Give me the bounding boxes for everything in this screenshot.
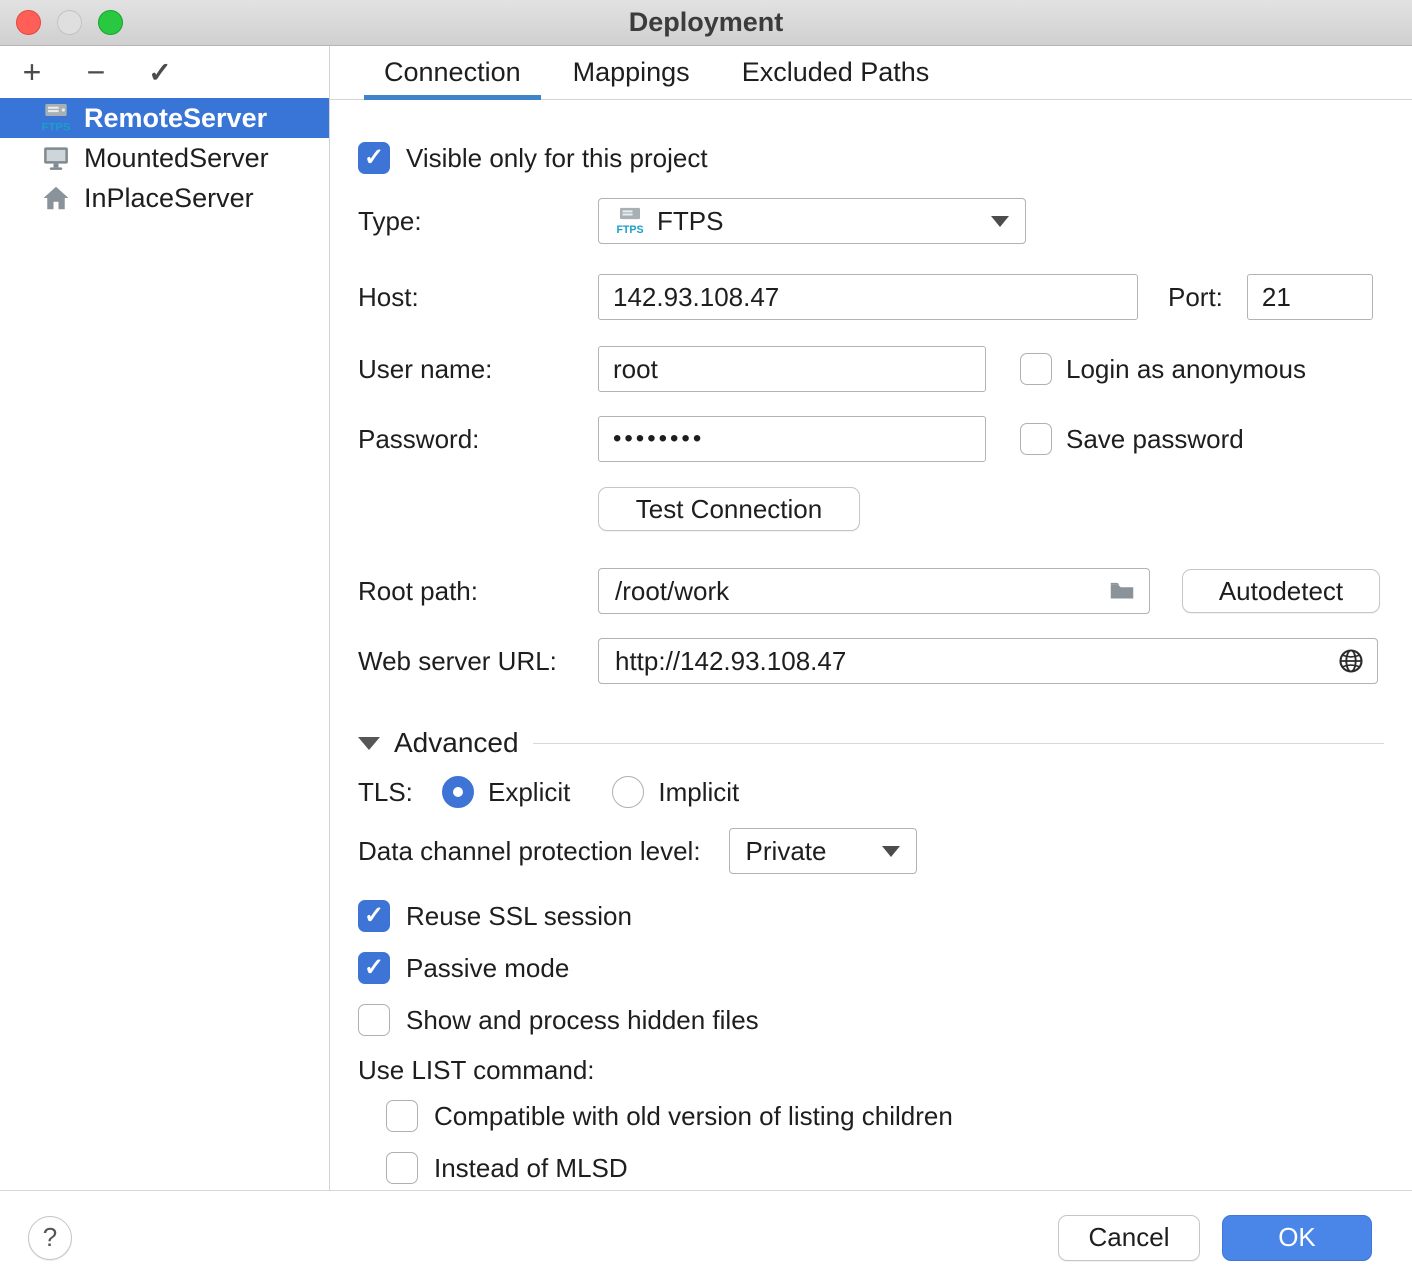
root-path-value: /root/work (615, 576, 729, 607)
reuse-ssl-checkbox[interactable] (358, 900, 390, 932)
web-server-url-input[interactable]: http://142.93.108.47 (598, 638, 1378, 684)
hidden-files-checkbox[interactable] (358, 1004, 390, 1036)
instead-of-mlsd-label: Instead of MLSD (434, 1153, 628, 1184)
autodetect-button[interactable]: Autodetect (1182, 569, 1380, 613)
host-input[interactable] (598, 274, 1138, 320)
server-item-inplaceserver[interactable]: InPlaceServer (0, 178, 329, 218)
web-server-url-value: http://142.93.108.47 (615, 646, 846, 677)
protection-level-value: Private (746, 836, 827, 867)
visible-only-label: Visible only for this project (406, 143, 708, 174)
help-button[interactable]: ? (28, 1216, 72, 1260)
hidden-files-label: Show and process hidden files (406, 1005, 759, 1036)
title-bar: Deployment (0, 0, 1412, 46)
password-label: Password: (358, 424, 598, 455)
save-password-label: Save password (1066, 424, 1244, 455)
window-controls (16, 0, 123, 45)
svg-text:FTPS: FTPS (42, 122, 71, 134)
advanced-label: Advanced (394, 727, 519, 759)
password-input[interactable] (598, 416, 986, 462)
passive-mode-label: Passive mode (406, 953, 569, 984)
server-item-label: InPlaceServer (84, 183, 254, 214)
tab-mappings[interactable]: Mappings (547, 46, 716, 99)
web-server-url-label: Web server URL: (358, 646, 598, 677)
chevron-down-icon (991, 216, 1009, 227)
ok-button[interactable]: OK (1222, 1215, 1372, 1261)
type-dropdown[interactable]: FTPS FTPS (598, 198, 1026, 244)
protection-level-dropdown[interactable]: Private (729, 828, 917, 874)
sidebar-toolbar: + − ✓ (0, 46, 329, 98)
host-label: Host: (358, 282, 598, 313)
server-item-remoteserver[interactable]: FTPS RemoteServer (0, 98, 329, 138)
server-item-label: MountedServer (84, 143, 269, 174)
use-list-command-label: Use LIST command: (358, 1055, 595, 1086)
settings-tabs: Connection Mappings Excluded Paths (330, 46, 1412, 100)
globe-icon[interactable] (1337, 647, 1365, 675)
username-label: User name: (358, 354, 598, 385)
login-anonymous-checkbox[interactable] (1020, 353, 1052, 385)
instead-of-mlsd-checkbox[interactable] (386, 1152, 418, 1184)
inplace-server-icon (40, 182, 72, 214)
add-server-icon[interactable]: + (14, 54, 50, 90)
chevron-down-icon (882, 846, 900, 857)
tls-explicit-label: Explicit (488, 777, 570, 808)
close-button[interactable] (16, 10, 41, 35)
protection-level-label: Data channel protection level: (358, 836, 701, 867)
remove-server-icon[interactable]: − (78, 54, 114, 90)
port-label: Port: (1168, 282, 1223, 313)
port-input[interactable] (1247, 274, 1373, 320)
tls-explicit-radio[interactable] (442, 776, 474, 808)
login-anonymous-label: Login as anonymous (1066, 354, 1306, 385)
folder-icon[interactable] (1107, 576, 1137, 606)
tab-connection[interactable]: Connection (358, 46, 547, 99)
window-title: Deployment (629, 7, 784, 38)
passive-mode-checkbox[interactable] (358, 952, 390, 984)
compatible-old-listing-label: Compatible with old version of listing c… (434, 1101, 953, 1132)
dialog-footer: ? Cancel OK (0, 1190, 1412, 1284)
advanced-section-toggle[interactable]: Advanced (358, 728, 1412, 758)
type-value: FTPS (657, 206, 723, 237)
server-item-mountedserver[interactable]: MountedServer (0, 138, 329, 178)
server-sidebar: + − ✓ FTPS RemoteServer (0, 46, 330, 1190)
deployment-dialog: Deployment + − ✓ FTPS Rem (0, 0, 1412, 1284)
tls-implicit-label: Implicit (658, 777, 739, 808)
test-connection-button[interactable]: Test Connection (598, 487, 860, 531)
root-path-label: Root path: (358, 576, 598, 607)
section-divider (533, 743, 1384, 744)
tab-excluded-paths[interactable]: Excluded Paths (716, 46, 956, 99)
type-label: Type: (358, 206, 598, 237)
minimize-button[interactable] (57, 10, 82, 35)
save-password-checkbox[interactable] (1020, 423, 1052, 455)
ftps-type-icon: FTPS (615, 206, 645, 236)
username-input[interactable] (598, 346, 986, 392)
compatible-old-listing-checkbox[interactable] (386, 1100, 418, 1132)
tls-implicit-radio[interactable] (612, 776, 644, 808)
ftps-server-icon: FTPS (40, 102, 72, 134)
svg-text:FTPS: FTPS (616, 224, 643, 236)
server-item-label: RemoteServer (84, 103, 267, 134)
cancel-button[interactable]: Cancel (1058, 1215, 1200, 1261)
zoom-button[interactable] (98, 10, 123, 35)
connection-form: Visible only for this project Type: FTPS (330, 100, 1412, 1190)
tls-label: TLS: (358, 777, 442, 808)
reuse-ssl-label: Reuse SSL session (406, 901, 632, 932)
root-path-input[interactable]: /root/work (598, 568, 1150, 614)
mounted-server-icon (40, 142, 72, 174)
apply-icon[interactable]: ✓ (142, 54, 178, 90)
collapse-triangle-icon (358, 737, 380, 750)
visible-only-checkbox[interactable] (358, 142, 390, 174)
